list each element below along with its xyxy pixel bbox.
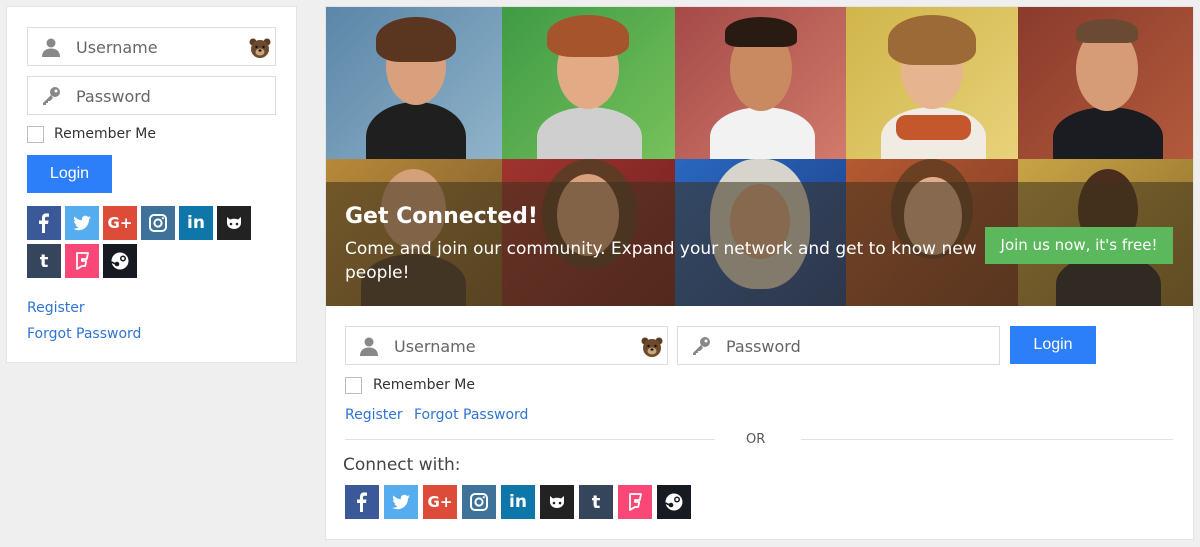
people-photo-tile	[502, 7, 675, 167]
login-widget-compact: Username Password Remember Me Login G+ i…	[6, 6, 297, 363]
forgot-password-link[interactable]: Forgot Password	[414, 407, 528, 423]
steam-icon[interactable]	[103, 244, 137, 278]
remember-label: Remember Me	[54, 126, 156, 142]
twitter-icon[interactable]	[384, 485, 418, 519]
register-link[interactable]: Register	[345, 407, 403, 423]
facebook-icon[interactable]	[27, 206, 61, 240]
password-placeholder: Password	[726, 337, 801, 356]
instagram-icon[interactable]	[462, 485, 496, 519]
username-input[interactable]: Username	[345, 326, 668, 365]
username-placeholder: Username	[394, 337, 476, 356]
remember-checkbox[interactable]	[27, 126, 44, 143]
github-icon[interactable]	[217, 206, 251, 240]
google-plus-icon[interactable]: G+	[423, 485, 457, 519]
password-placeholder: Password	[76, 87, 151, 106]
login-button[interactable]: Login	[1010, 326, 1096, 364]
google-plus-icon[interactable]: G+	[103, 206, 137, 240]
bear-icon	[249, 38, 271, 58]
remember-label: Remember Me	[373, 377, 475, 393]
bear-icon	[641, 337, 663, 357]
hero-banner: Get Connected! Come and join our communi…	[326, 7, 1193, 306]
tumblr-icon[interactable]: t	[27, 244, 61, 278]
login-widget-banner: Get Connected! Come and join our communi…	[325, 6, 1194, 540]
tumblr-icon[interactable]: t	[579, 485, 613, 519]
steam-icon[interactable]	[657, 485, 691, 519]
hero-title: Get Connected!	[345, 204, 538, 229]
register-link[interactable]: Register	[27, 300, 85, 316]
login-button[interactable]: Login	[27, 155, 112, 193]
foursquare-icon[interactable]	[618, 485, 652, 519]
linkedin-icon[interactable]: in	[179, 206, 213, 240]
twitter-icon[interactable]	[65, 206, 99, 240]
people-photo-tile	[326, 7, 502, 172]
join-button[interactable]: Join us now, it's free!	[985, 227, 1173, 264]
facebook-icon[interactable]	[345, 485, 379, 519]
forgot-password-link[interactable]: Forgot Password	[27, 326, 141, 342]
user-icon	[360, 337, 378, 356]
instagram-icon[interactable]	[141, 206, 175, 240]
people-photo-tile	[675, 7, 846, 167]
foursquare-icon[interactable]	[65, 244, 99, 278]
username-placeholder: Username	[76, 38, 158, 57]
linkedin-icon[interactable]: in	[501, 485, 535, 519]
people-photo-tile	[846, 7, 1018, 167]
user-icon	[42, 38, 60, 57]
people-photo-tile	[1018, 7, 1193, 167]
divider-line	[345, 439, 715, 440]
connect-with-label: Connect with:	[343, 455, 461, 475]
key-icon	[43, 87, 60, 105]
key-icon	[693, 337, 710, 355]
username-input[interactable]: Username	[27, 27, 276, 66]
remember-checkbox[interactable]	[345, 377, 362, 394]
divider-line	[801, 439, 1173, 440]
hero-subtitle: Come and join our community. Expand your…	[345, 239, 977, 283]
password-input[interactable]: Password	[27, 76, 276, 115]
or-separator: OR	[746, 432, 766, 447]
github-icon[interactable]	[540, 485, 574, 519]
password-input[interactable]: Password	[677, 326, 1000, 365]
